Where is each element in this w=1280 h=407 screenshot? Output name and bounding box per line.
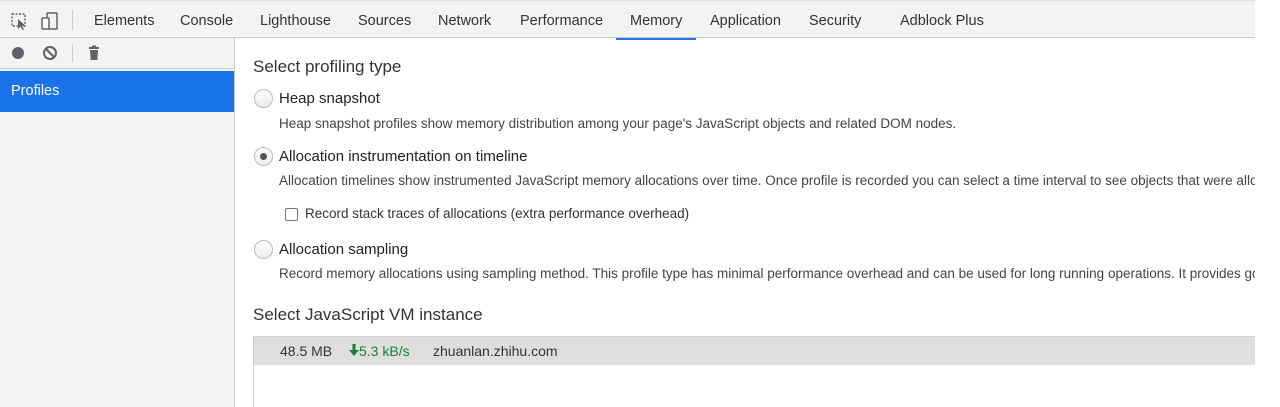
allocation-timeline-description: Allocation timelines show instrumented J…: [279, 173, 1255, 188]
toolbar-divider: [72, 44, 73, 62]
allocation-timeline-label[interactable]: Allocation instrumentation on timeline: [279, 148, 527, 165]
record-icon[interactable]: [10, 45, 26, 61]
vm-rate-value: 5.3 kB/s: [359, 343, 410, 359]
sidebar-item-profiles[interactable]: Profiles: [0, 71, 234, 112]
device-toggle-icon[interactable]: [40, 11, 60, 31]
allocation-timeline-radio[interactable]: [254, 147, 273, 166]
vm-instance-row[interactable]: 48.5 MB 5.3 kB/s zhuanlan.zhihu.com: [254, 337, 1255, 365]
tab-sources[interactable]: Sources: [358, 1, 411, 39]
tab-elements[interactable]: Elements: [94, 1, 154, 39]
tab-performance[interactable]: Performance: [520, 1, 603, 39]
clear-icon[interactable]: [42, 45, 58, 61]
vm-instance-url: zhuanlan.zhihu.com: [433, 343, 558, 359]
tab-memory[interactable]: Memory: [615, 1, 697, 40]
vm-instance-list: 48.5 MB 5.3 kB/s zhuanlan.zhihu.com: [253, 336, 1255, 407]
vm-instance-heading: Select JavaScript VM instance: [253, 305, 483, 324]
toolbar-divider: [72, 10, 73, 30]
tab-console[interactable]: Console: [180, 1, 233, 39]
heap-snapshot-description: Heap snapshot profiles show memory distr…: [279, 116, 957, 131]
profiles-sidebar: Profiles: [0, 38, 235, 407]
profiles-toolbar: [0, 38, 234, 69]
devtools-tab-bar: Elements Console Lighthouse Sources Netw…: [0, 0, 1255, 40]
profiling-type-heading: Select profiling type: [253, 57, 402, 76]
vm-rate: 5.3 kB/s: [349, 337, 410, 365]
allocation-sampling-radio[interactable]: [254, 240, 273, 259]
arrow-down-icon: [349, 344, 359, 356]
record-stack-traces-label[interactable]: Record stack traces of allocations (extr…: [305, 206, 689, 221]
trash-icon[interactable]: [86, 45, 102, 61]
window-edge: [1255, 0, 1280, 407]
heap-snapshot-label[interactable]: Heap snapshot: [279, 90, 380, 107]
allocation-sampling-description: Record memory allocations using sampling…: [279, 266, 1255, 281]
inspect-element-icon[interactable]: [10, 11, 30, 31]
profile-launcher: Select profiling type Heap snapshot Heap…: [236, 38, 1255, 407]
tab-network[interactable]: Network: [438, 1, 491, 39]
vm-heap-size: 48.5 MB: [280, 343, 333, 359]
tab-adblock-plus[interactable]: Adblock Plus: [900, 1, 984, 39]
tab-application[interactable]: Application: [710, 1, 781, 39]
tab-lighthouse[interactable]: Lighthouse: [260, 1, 331, 39]
allocation-sampling-label[interactable]: Allocation sampling: [279, 241, 408, 258]
record-stack-traces-checkbox[interactable]: [285, 208, 298, 221]
tab-security[interactable]: Security: [809, 1, 861, 39]
heap-snapshot-radio[interactable]: [254, 89, 273, 108]
